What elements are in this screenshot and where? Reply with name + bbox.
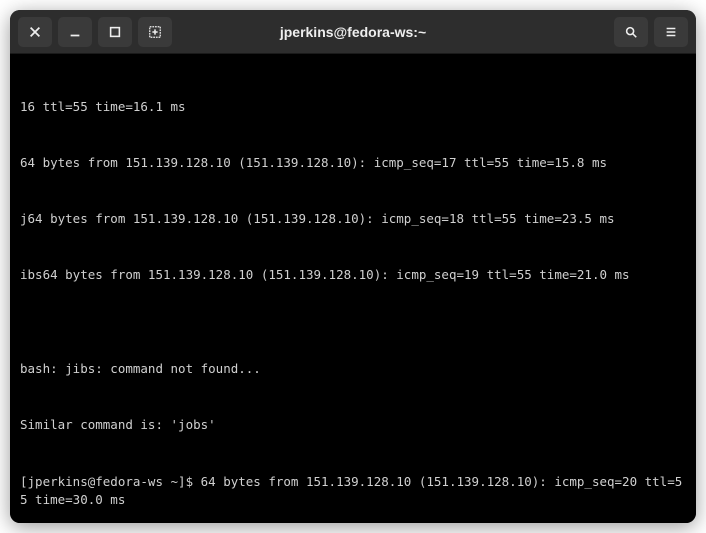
new-tab-button[interactable] xyxy=(138,17,172,47)
terminal-output[interactable]: 16 ttl=55 time=16.1 ms 64 bytes from 151… xyxy=(10,54,696,523)
menu-button[interactable] xyxy=(654,17,688,47)
output-line: 16 ttl=55 time=16.1 ms xyxy=(20,98,686,117)
output-line: ibs64 bytes from 151.139.128.10 (151.139… xyxy=(20,266,686,285)
minimize-button[interactable] xyxy=(58,17,92,47)
search-button[interactable] xyxy=(614,17,648,47)
output-line: Similar command is: 'jobs' xyxy=(20,416,686,435)
terminal-window: jperkins@fedora-ws:~ 16 ttl=55 time=16.1… xyxy=(10,10,696,523)
output-line: [jperkins@fedora-ws ~]$ 64 bytes from 15… xyxy=(20,473,686,511)
titlebar: jperkins@fedora-ws:~ xyxy=(10,10,696,54)
output-line: bash: jibs: command not found... xyxy=(20,360,686,379)
output-line: 64 bytes from 151.139.128.10 (151.139.12… xyxy=(20,154,686,173)
close-button[interactable] xyxy=(18,17,52,47)
maximize-button[interactable] xyxy=(98,17,132,47)
output-line: j64 bytes from 151.139.128.10 (151.139.1… xyxy=(20,210,686,229)
